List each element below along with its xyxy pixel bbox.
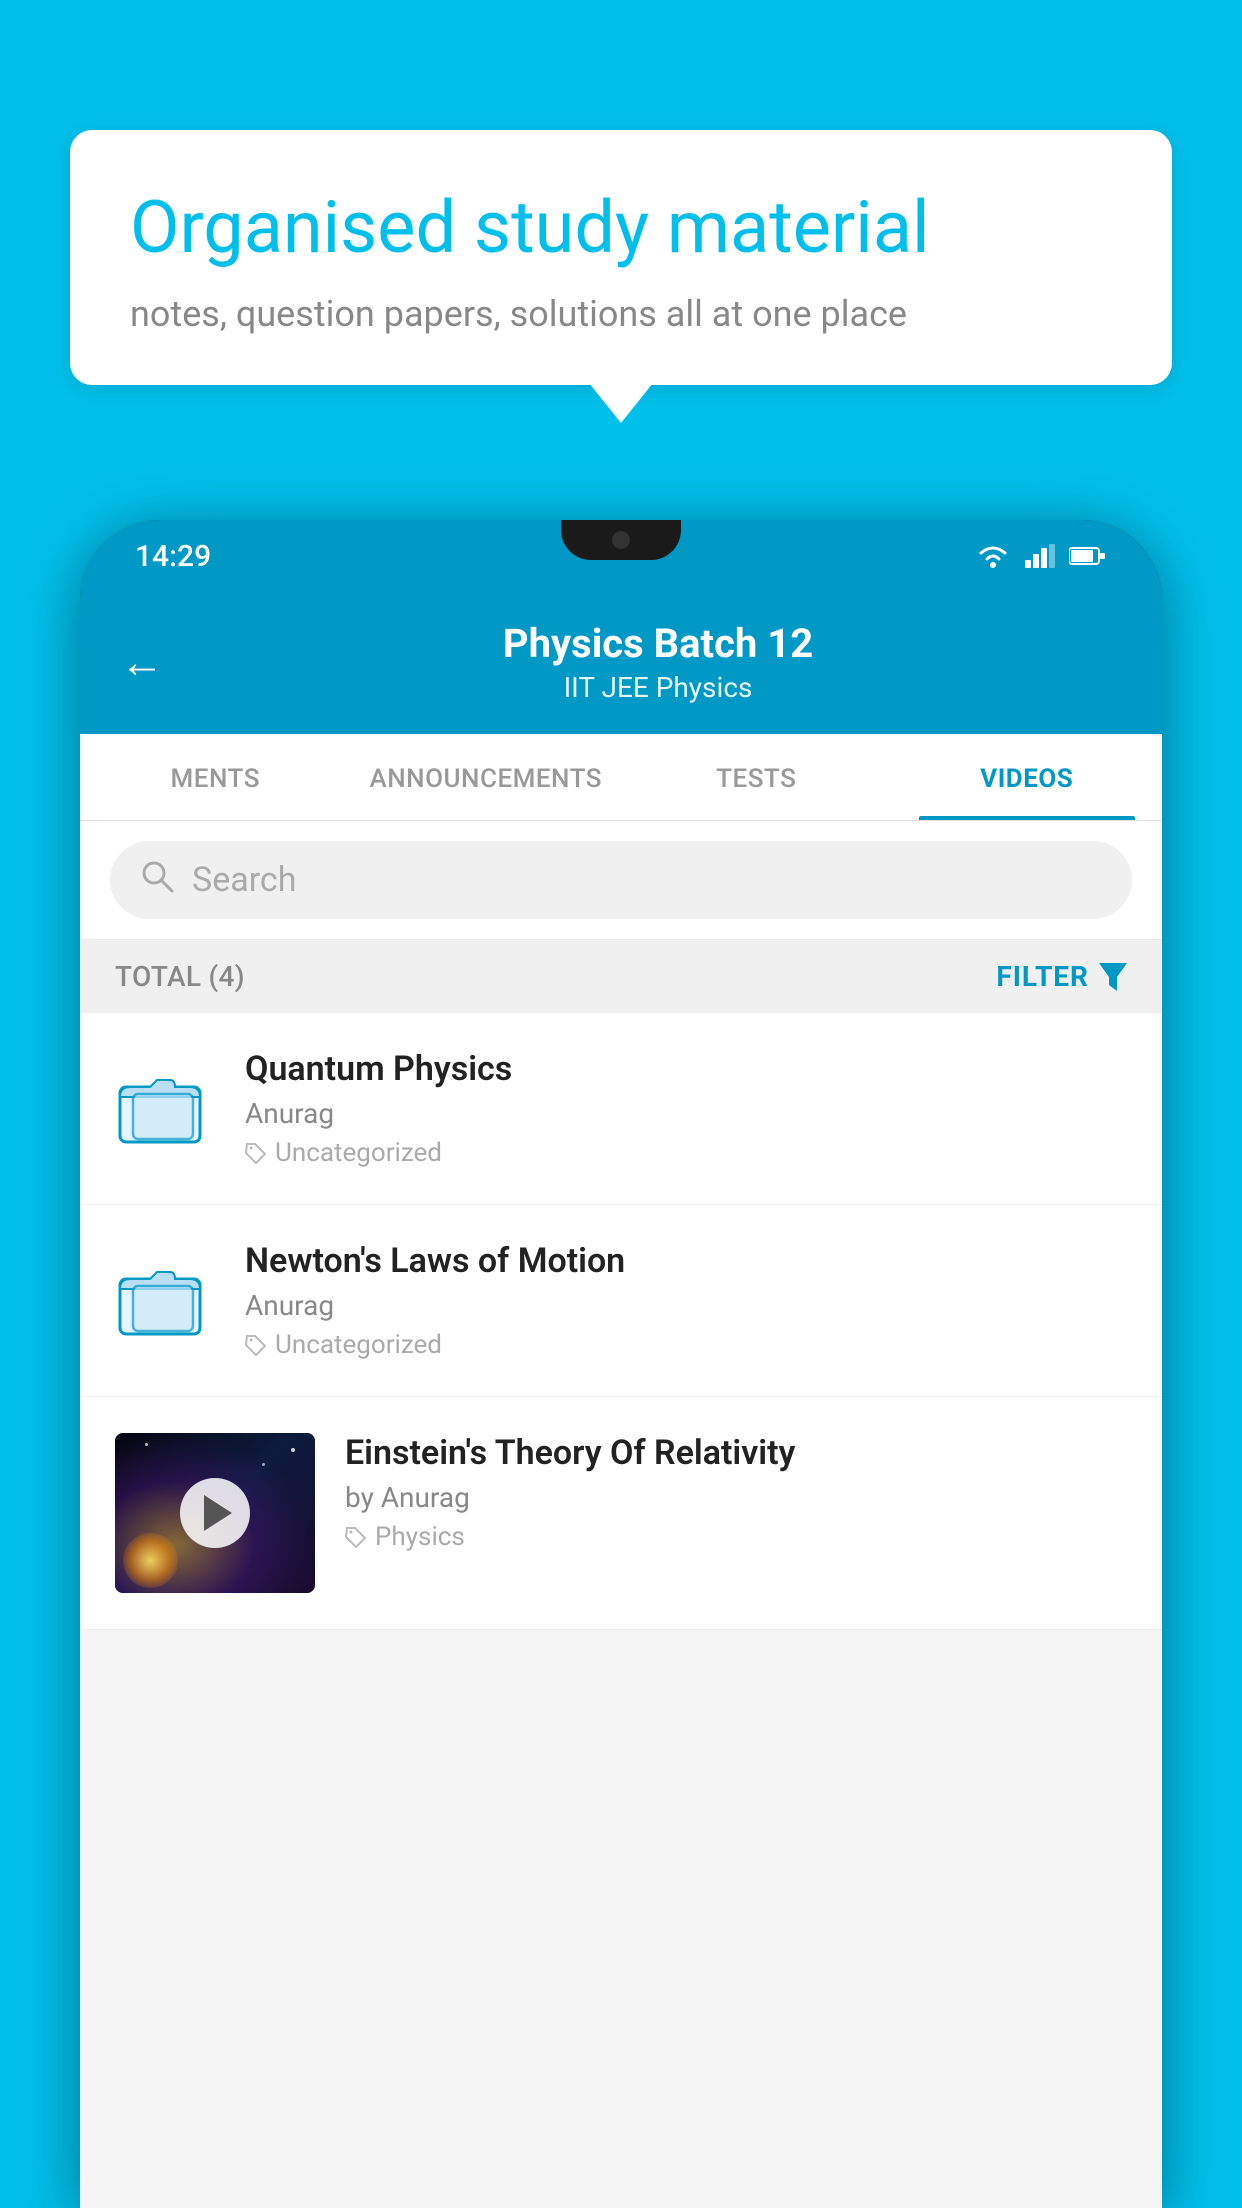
tag-icon [245, 1334, 267, 1356]
speech-bubble: Organised study material notes, question… [70, 130, 1172, 385]
tag-label: Uncategorized [275, 1330, 442, 1360]
video-author: Anurag [245, 1289, 1127, 1322]
play-button[interactable] [180, 1478, 250, 1548]
header-sub-title: IIT JEE Physics [194, 671, 1122, 704]
header-main-title: Physics Batch 12 [194, 620, 1122, 667]
tab-announcements[interactable]: ANNOUNCEMENTS [351, 734, 622, 820]
app-header: ← Physics Batch 12 IIT JEE Physics [80, 592, 1162, 734]
list-item[interactable]: Quantum Physics Anurag Uncategorized [80, 1013, 1162, 1205]
tag-icon [245, 1142, 267, 1164]
filter-label: FILTER [996, 960, 1089, 993]
status-bar: 14:29 [80, 520, 1162, 592]
video-title: Einstein's Theory Of Relativity [345, 1433, 1127, 1473]
back-button[interactable]: ← [120, 640, 164, 684]
bubble-subtitle: notes, question papers, solutions all at… [130, 293, 1112, 335]
tab-ments[interactable]: MENTS [80, 734, 351, 820]
search-icon [140, 859, 174, 901]
tag-label: Physics [375, 1522, 465, 1552]
wifi-icon [975, 543, 1011, 569]
list-item[interactable]: Newton's Laws of Motion Anurag Uncategor… [80, 1205, 1162, 1397]
video-thumbnail [115, 1433, 315, 1593]
video-info: Quantum Physics Anurag Uncategorized [245, 1049, 1127, 1168]
video-tag: Physics [345, 1522, 1127, 1552]
notch [561, 520, 681, 560]
status-time: 14:29 [135, 539, 211, 574]
filter-bar: TOTAL (4) FILTER [80, 940, 1162, 1013]
video-info: Newton's Laws of Motion Anurag Uncategor… [245, 1241, 1127, 1360]
video-title: Newton's Laws of Motion [245, 1241, 1127, 1281]
play-triangle-icon [204, 1495, 232, 1531]
video-info: Einstein's Theory Of Relativity by Anura… [345, 1433, 1127, 1552]
video-author: by Anurag [345, 1481, 1127, 1514]
bubble-title: Organised study material [130, 185, 1112, 271]
video-author: Anurag [245, 1097, 1127, 1130]
filter-button[interactable]: FILTER [996, 960, 1127, 993]
camera-dot [612, 531, 630, 549]
filter-icon [1099, 963, 1127, 991]
folder-icon [115, 1254, 205, 1344]
tabs-bar: MENTS ANNOUNCEMENTS TESTS VIDEOS [80, 734, 1162, 821]
search-bar[interactable]: Search [110, 841, 1132, 919]
video-tag: Uncategorized [245, 1330, 1127, 1360]
folder-icon-wrap [115, 1062, 215, 1156]
background: Organised study material notes, question… [0, 0, 1242, 2208]
total-count: TOTAL (4) [115, 960, 245, 993]
folder-icon-wrap [115, 1254, 215, 1348]
phone-content: Search TOTAL (4) FILTER [80, 821, 1162, 2208]
signal-icon [1025, 544, 1055, 568]
video-list: Quantum Physics Anurag Uncategorized [80, 1013, 1162, 1630]
search-bar-wrap: Search [80, 821, 1162, 940]
status-icons [975, 543, 1107, 569]
tag-label: Uncategorized [275, 1138, 442, 1168]
tag-icon [345, 1526, 367, 1548]
phone-frame: 14:29 [80, 520, 1162, 2208]
video-tag: Uncategorized [245, 1138, 1127, 1168]
search-input-placeholder[interactable]: Search [192, 860, 296, 900]
header-title-block: Physics Batch 12 IIT JEE Physics [194, 620, 1122, 704]
folder-icon [115, 1062, 205, 1152]
list-item[interactable]: Einstein's Theory Of Relativity by Anura… [80, 1397, 1162, 1630]
tab-videos[interactable]: VIDEOS [892, 734, 1163, 820]
tab-tests[interactable]: TESTS [621, 734, 892, 820]
video-title: Quantum Physics [245, 1049, 1127, 1089]
battery-icon [1069, 546, 1107, 566]
